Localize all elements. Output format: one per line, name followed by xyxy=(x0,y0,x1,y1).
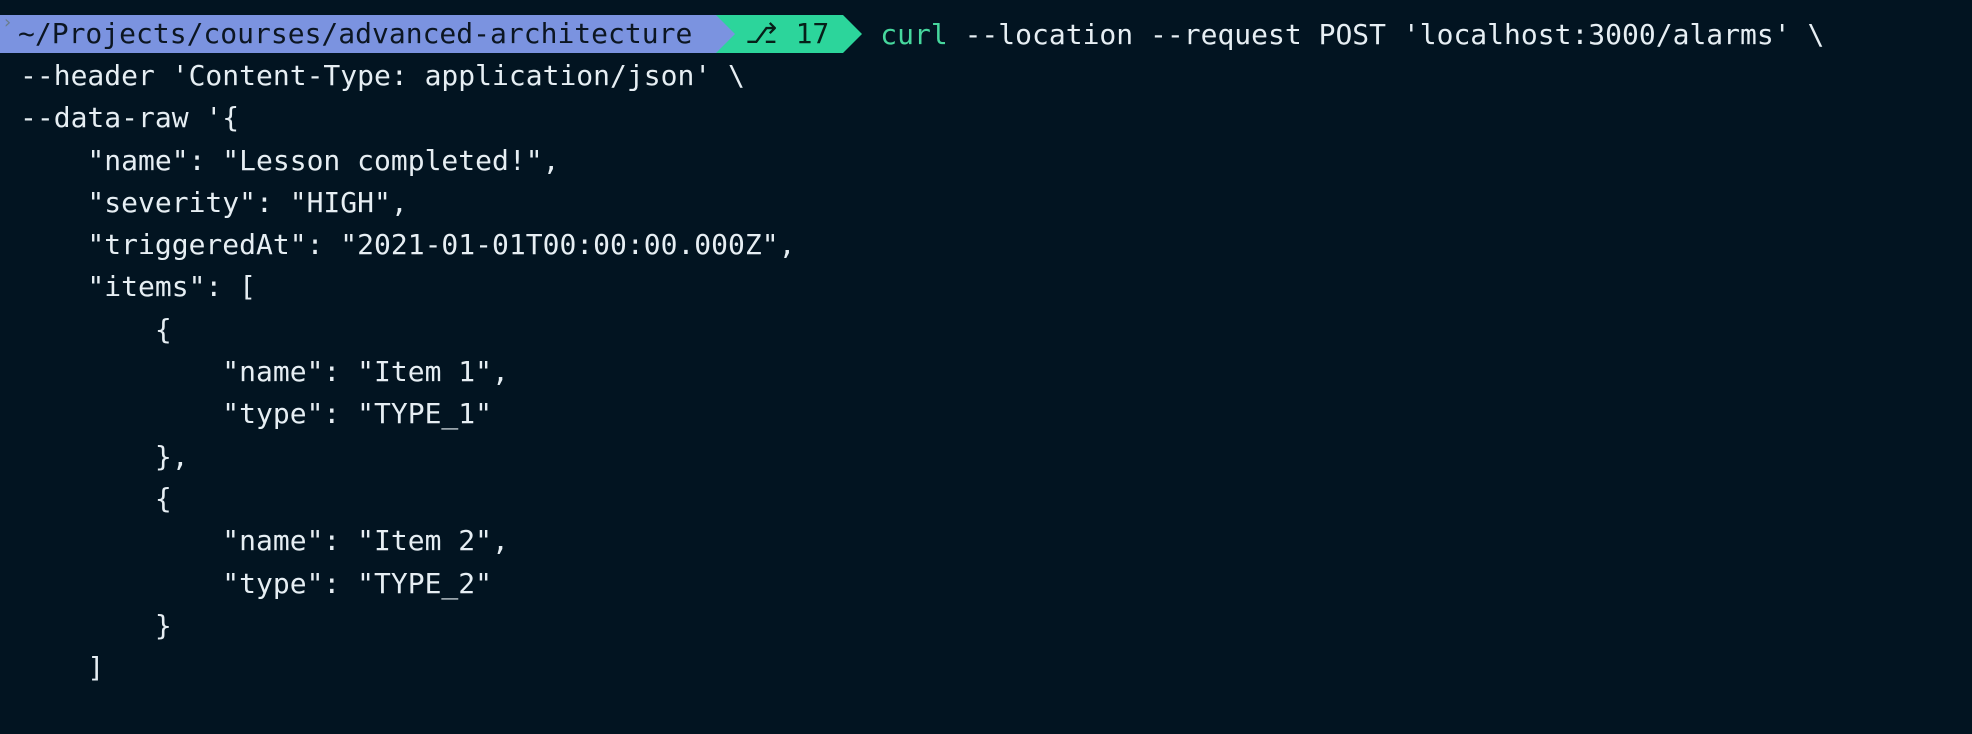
powerline-end-icon xyxy=(843,15,863,53)
command-line: { xyxy=(20,312,172,346)
command-line: "type": "TYPE_1" xyxy=(20,397,493,431)
command-line: "name": "Lesson completed!", xyxy=(20,143,560,177)
command-line: --header 'Content-Type: application/json… xyxy=(20,59,745,92)
powerline-separator-icon xyxy=(716,15,736,53)
command-line: }, xyxy=(20,439,189,473)
command-line: "name": "Item 1", xyxy=(20,355,509,389)
command-line: "name": "Item 2", xyxy=(20,524,509,558)
scroll-caret-icon: › xyxy=(2,12,13,33)
git-branch-icon: ⎇ xyxy=(745,17,778,50)
prompt-line: ~/Projects/courses/advanced-architecture… xyxy=(0,13,1972,55)
command-last-line: }' | json_pp xyxy=(20,689,1972,731)
git-count: 17 xyxy=(795,17,830,50)
command-line: "severity": "HIGH", xyxy=(20,185,408,219)
command-name: curl xyxy=(880,17,948,51)
terminal-window[interactable]: ~/Projects/courses/advanced-architecture… xyxy=(0,0,1972,734)
command-line: } xyxy=(20,608,172,642)
command-line: --data-raw '{ xyxy=(20,101,240,135)
command-line: "triggeredAt": "2021-01-01T00:00:00.000Z… xyxy=(20,228,796,262)
command-line: "type": "TYPE_2" xyxy=(20,566,493,600)
command-args: --location --request POST 'localhost:300… xyxy=(947,17,1825,51)
command-line: "items": [ xyxy=(20,270,257,304)
prompt-git-segment: ⎇ 17 xyxy=(735,15,844,53)
prompt-path-segment: ~/Projects/courses/advanced-architecture xyxy=(0,15,717,53)
command-line: { xyxy=(20,481,172,515)
command-line: ] xyxy=(20,651,105,685)
